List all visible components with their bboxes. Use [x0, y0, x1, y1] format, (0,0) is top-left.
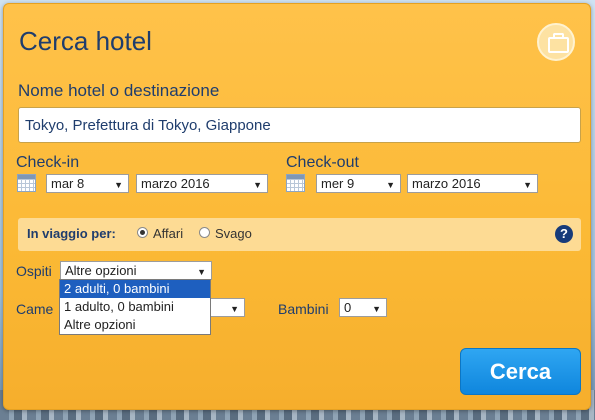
guests-label: Ospiti — [16, 263, 52, 279]
guests-option[interactable]: 1 adulto, 0 bambini — [60, 298, 210, 316]
children-select[interactable]: 0 ▼ — [339, 298, 387, 317]
checkout-month-select[interactable]: marzo 2016 ▼ — [407, 174, 538, 193]
chevron-down-icon: ▼ — [372, 304, 381, 314]
rooms-label: Came — [16, 301, 54, 317]
page-title: Cerca hotel — [19, 26, 152, 56]
children-label: Bambini — [278, 301, 329, 317]
checkin-label: Check-in — [16, 154, 80, 171]
radio-affari-label: Affari — [153, 226, 184, 241]
chevron-down-icon: ▼ — [253, 180, 262, 190]
chevron-down-icon: ▼ — [197, 267, 206, 277]
search-button[interactable]: Cerca — [460, 348, 581, 395]
guests-option[interactable]: Altre opzioni — [60, 316, 210, 334]
guests-value: Altre opzioni — [65, 263, 137, 278]
radio-affari[interactable] — [137, 227, 148, 238]
checkin-day-value: mar 8 — [51, 176, 85, 191]
calendar-icon[interactable] — [286, 174, 305, 192]
checkout-month-value: marzo 2016 — [412, 176, 481, 191]
hotel-search-panel: Cerca hotel Nome hotel o destinazione To… — [3, 3, 591, 410]
chevron-down-icon: ▼ — [523, 180, 532, 190]
chevron-down-icon: ▼ — [230, 304, 239, 314]
chevron-down-icon: ▼ — [114, 180, 123, 190]
checkout-day-value: mer 9 — [321, 176, 355, 191]
checkout-label: Check-out — [286, 154, 359, 171]
destination-label: Nome hotel o destinazione — [18, 81, 220, 100]
guests-dropdown-list: 2 adulti, 0 bambini 1 adulto, 0 bambini … — [59, 279, 211, 335]
chevron-down-icon: ▼ — [386, 180, 395, 190]
checkin-month-value: marzo 2016 — [141, 176, 210, 191]
radio-svago[interactable] — [199, 227, 210, 238]
checkin-day-select[interactable]: mar 8 ▼ — [46, 174, 129, 193]
checkout-day-select[interactable]: mer 9 ▼ — [316, 174, 401, 193]
children-value: 0 — [344, 300, 352, 315]
guests-option[interactable]: 2 adulti, 0 bambini — [60, 280, 210, 298]
help-icon[interactable]: ? — [555, 225, 573, 243]
checkin-month-select[interactable]: marzo 2016 ▼ — [136, 174, 268, 193]
calendar-icon[interactable] — [17, 174, 36, 192]
suitcase-icon — [537, 23, 575, 61]
destination-input[interactable]: Tokyo, Prefettura di Tokyo, Giappone — [18, 107, 581, 143]
travel-purpose-label: In viaggio per: — [27, 226, 116, 241]
guests-select[interactable]: Altre opzioni ▼ — [60, 261, 212, 280]
radio-svago-label: Svago — [215, 226, 252, 241]
